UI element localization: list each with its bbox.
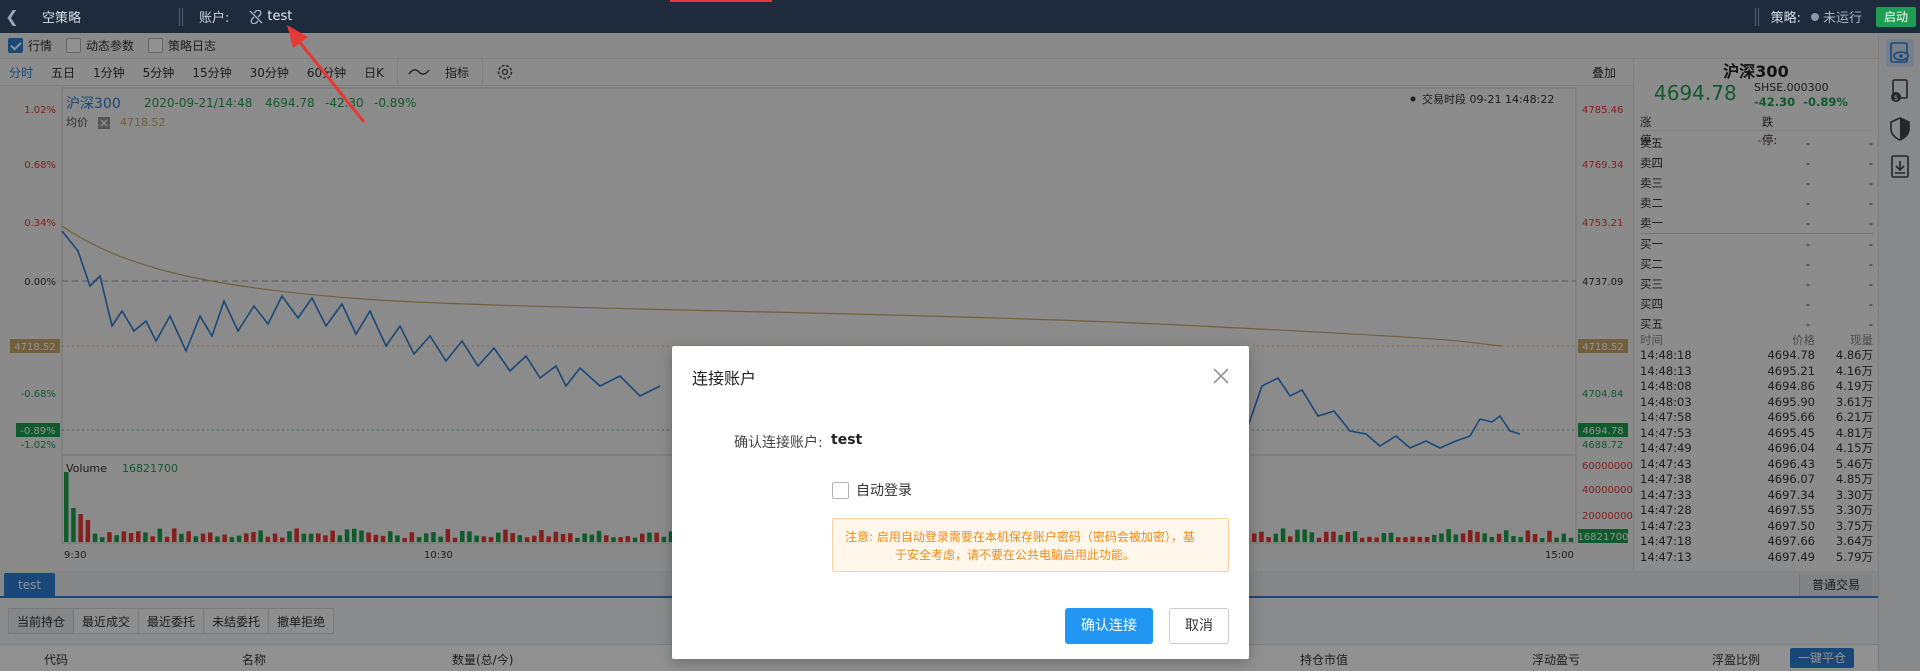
confirm-account-label: 确认连接账户: bbox=[734, 435, 823, 451]
active-indicator bbox=[670, 0, 772, 2]
back-icon[interactable]: ❮ bbox=[2, 7, 22, 26]
auto-login-checkbox[interactable]: 自动登录 bbox=[832, 480, 912, 500]
security-notice: 注意: 启用自动登录需要在本机保存账户密码（密码会被加密），基 于安全考虑，请不… bbox=[832, 518, 1229, 572]
drag-handle bbox=[1754, 7, 1759, 26]
account-name[interactable]: test bbox=[267, 9, 292, 24]
disconnected-link-icon bbox=[249, 9, 263, 24]
strategy-label: 策略: bbox=[1770, 11, 1801, 26]
close-icon[interactable] bbox=[1211, 366, 1231, 386]
account-label: 账户: bbox=[199, 11, 230, 26]
start-button[interactable]: 启动 bbox=[1875, 6, 1916, 27]
connect-account-dialog: 连接账户 确认连接账户: test 自动登录 注意: 启用自动登录需要在本机保存… bbox=[672, 346, 1249, 659]
notice-line: 注意: 启用自动登录需要在本机保存账户密码（密码会被加密），基 bbox=[845, 530, 1195, 544]
top-bar: ❮ 空策略 账户: test 策略: 未运行 启动 bbox=[0, 0, 1920, 33]
confirm-connect-button[interactable]: 确认连接 bbox=[1065, 608, 1153, 644]
strategy-status-area: 策略: 未运行 启动 bbox=[1754, 0, 1920, 33]
auto-login-label: 自动登录 bbox=[856, 483, 912, 499]
drag-handle bbox=[179, 7, 183, 26]
notice-line: 于安全考虑，请不要在公共电脑启用此功能。 bbox=[895, 548, 1136, 562]
status-dot-icon bbox=[1810, 12, 1819, 21]
dialog-title: 连接账户 bbox=[692, 369, 757, 388]
strategy-name: 空策略 bbox=[42, 11, 82, 26]
strategy-status: 未运行 bbox=[1822, 11, 1862, 26]
checkbox-icon[interactable] bbox=[832, 481, 849, 499]
confirm-account-value: test bbox=[831, 432, 863, 448]
cancel-button[interactable]: 取消 bbox=[1169, 608, 1229, 644]
